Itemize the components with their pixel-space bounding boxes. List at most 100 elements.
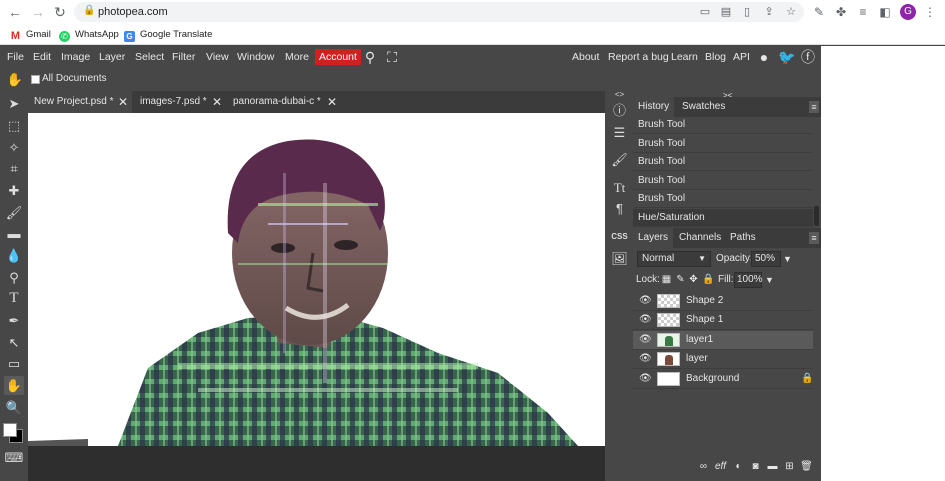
bookmark-whatsapp[interactable]: ✆ WhatsApp (59, 27, 119, 42)
tab-swatches[interactable]: Swatches (677, 97, 730, 117)
close-tab-icon[interactable]: ✕ (117, 91, 129, 113)
zoom-tool-icon[interactable]: 🔍 (4, 398, 24, 417)
panel-menu-icon[interactable]: ≡ (809, 232, 819, 244)
eyedropper-extension-icon[interactable]: ✎ (811, 3, 827, 21)
tab-images-7[interactable]: images-7.psd * (134, 91, 216, 113)
link-report-bug[interactable]: Report a bug (608, 50, 669, 64)
visibility-eye-icon[interactable]: 👁 (639, 314, 652, 326)
brush-settings-icon[interactable]: 🖌 (610, 150, 629, 169)
new-group-icon[interactable]: ▬ (766, 460, 779, 474)
move-tool-icon[interactable]: ➤ (4, 94, 24, 113)
type-tool-icon[interactable]: T (4, 289, 24, 308)
all-documents-checkbox[interactable] (31, 75, 40, 84)
layer-row[interactable]: 👁 layer (633, 350, 813, 369)
profile-avatar[interactable]: G (900, 4, 916, 20)
crop-tool-icon[interactable]: ⌗ (4, 159, 24, 178)
link-api[interactable]: API (733, 50, 750, 64)
history-item[interactable]: Brush Tool (633, 172, 813, 190)
page-icon[interactable]: ▤ (719, 5, 733, 19)
history-item[interactable]: Hue/Saturation (633, 209, 813, 227)
fill-input[interactable]: 100% (734, 272, 763, 288)
menu-more[interactable]: More (285, 50, 309, 64)
share-icon[interactable]: ⇪ (762, 5, 776, 19)
install-icon[interactable]: ▭ (698, 5, 712, 19)
tab-layers[interactable]: Layers (633, 228, 674, 248)
blur-tool-icon[interactable]: 💧 (4, 246, 24, 265)
link-blog[interactable]: Blog (705, 50, 726, 64)
link-learn[interactable]: Learn (671, 50, 698, 64)
menu-window[interactable]: Window (237, 50, 274, 64)
panel-menu-icon[interactable]: ≡ (809, 101, 819, 113)
layer-effects-icon[interactable]: eff (714, 460, 727, 474)
history-item[interactable]: Brush Tool (633, 135, 813, 153)
healing-tool-icon[interactable]: ✚ (4, 181, 24, 200)
side-panel-icon[interactable]: ◧ (877, 3, 893, 21)
collapse-arrows-icon[interactable]: <> (610, 91, 629, 99)
url-text[interactable]: photopea.com (98, 4, 168, 20)
history-item[interactable]: Brush Tool (633, 153, 813, 171)
visibility-eye-icon[interactable]: 👁 (639, 373, 652, 385)
link-layers-icon[interactable]: ∞ (697, 460, 710, 474)
fullscreen-icon[interactable]: ⛶ (384, 49, 400, 65)
history-item[interactable]: Brush Tool (633, 116, 813, 134)
browser-menu-icon[interactable]: ⋮ (922, 3, 938, 21)
account-button[interactable]: Account (315, 49, 361, 65)
document-canvas[interactable] (28, 113, 605, 446)
save-page-icon[interactable]: ▯ (740, 5, 754, 19)
foreground-color-swatch[interactable] (3, 423, 17, 437)
blend-mode-select[interactable]: Normal ▼ (637, 251, 711, 267)
back-icon[interactable]: ← (6, 3, 24, 21)
visibility-eye-icon[interactable]: 👁 (639, 295, 652, 307)
rectangle-tool-icon[interactable]: ▭ (4, 354, 24, 373)
bookmark-gmail[interactable]: M Gmail (10, 27, 51, 42)
tab-paths[interactable]: Paths (725, 228, 761, 248)
menu-image[interactable]: Image (61, 50, 90, 64)
image-icon[interactable]: 🖼 (610, 249, 629, 268)
lock-transparency-icon[interactable]: ▦ (661, 272, 672, 288)
keyboard-icon[interactable]: ⌨ (4, 448, 24, 467)
adjustments-icon[interactable]: ☰ (610, 123, 629, 142)
menu-layer[interactable]: Layer (99, 50, 125, 64)
dodge-tool-icon[interactable]: ⚲ (4, 268, 24, 287)
opacity-input[interactable]: 50% (751, 251, 781, 267)
search-icon[interactable]: ⚲ (362, 49, 378, 65)
link-about[interactable]: About (572, 50, 599, 64)
canvas-workspace[interactable] (28, 113, 605, 481)
delete-layer-icon[interactable]: 🗑 (800, 460, 813, 474)
adjustment-layer-icon[interactable]: ◐ (732, 460, 745, 474)
layer-row[interactable]: 👁 Shape 2 (633, 292, 813, 311)
marquee-tool-icon[interactable]: ⬚ (4, 116, 24, 135)
menu-view[interactable]: View (206, 50, 229, 64)
bookmark-star-icon[interactable]: ☆ (784, 5, 798, 19)
tab-history[interactable]: History (633, 97, 675, 117)
facebook-icon[interactable]: ⓕ (800, 49, 816, 65)
layer-row[interactable]: 👁 layer1 (633, 331, 813, 350)
hand-tool-icon[interactable]: ✋ (4, 376, 24, 395)
eraser-tool-icon[interactable]: ▬ (4, 224, 24, 243)
menu-file[interactable]: File (7, 50, 24, 64)
twitter-icon[interactable]: 🐦 (778, 49, 795, 65)
address-bar[interactable]: 🔒 photopea.com ▭ ▤ ▯ ⇪ ☆ (74, 2, 804, 22)
reddit-icon[interactable]: ● (756, 49, 772, 65)
path-select-tool-icon[interactable]: ↖ (4, 333, 24, 352)
lock-pixels-icon[interactable]: ✎ (675, 272, 686, 288)
forward-icon[interactable]: → (29, 3, 47, 21)
bookmark-google-translate[interactable]: G Google Translate (124, 27, 212, 42)
magic-wand-tool-icon[interactable]: ✧ (4, 138, 24, 157)
paragraph-icon[interactable]: ¶ (610, 199, 629, 218)
menu-select[interactable]: Select (135, 50, 164, 64)
layer-row[interactable]: 👁 Shape 1 (633, 311, 813, 330)
visibility-eye-icon[interactable]: 👁 (639, 353, 652, 365)
character-icon[interactable]: Tt (610, 178, 629, 197)
css-icon[interactable]: CSS (610, 227, 629, 246)
lock-all-icon[interactable]: 🔒 (702, 272, 714, 288)
info-icon[interactable]: ⓘ (610, 101, 629, 120)
extensions-puzzle-icon[interactable]: ✤ (833, 3, 849, 21)
brush-tool-icon[interactable]: 🖌 (4, 203, 24, 222)
layer-row[interactable]: 👁 Background 🔒 (633, 370, 813, 389)
pen-tool-icon[interactable]: ✒ (4, 311, 24, 330)
new-layer-icon[interactable]: ⊞ (783, 460, 796, 474)
menu-edit[interactable]: Edit (33, 50, 51, 64)
visibility-eye-icon[interactable]: 👁 (639, 334, 652, 346)
close-tab-icon[interactable]: ✕ (211, 91, 223, 113)
